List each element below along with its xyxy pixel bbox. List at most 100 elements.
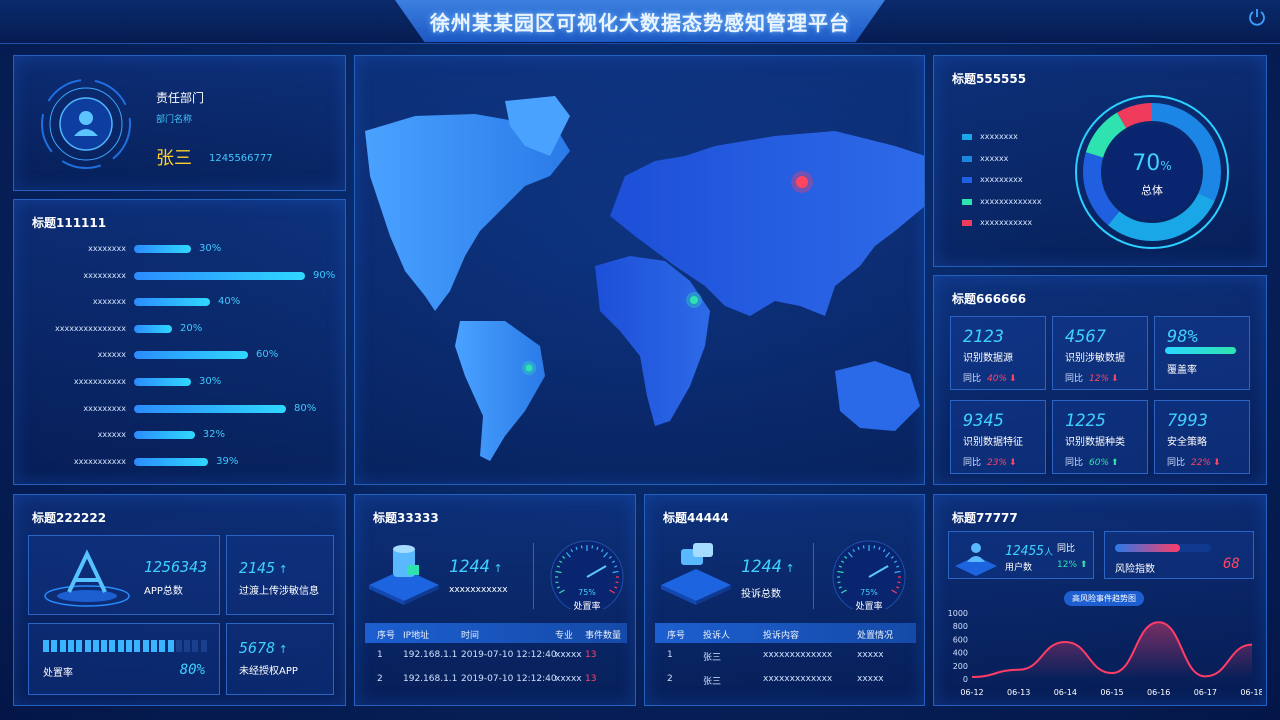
- panel-stats-title: 标题666666: [952, 292, 1027, 306]
- bar-fill: [134, 431, 195, 440]
- gauge-tick: [897, 581, 901, 584]
- table-row[interactable]: 2 192.168.1.1 2019-07-10 12:12:40 xxxxx 13: [365, 669, 627, 691]
- table-header-cell: 处置情况: [857, 631, 894, 641]
- panel-bars-title: 标题111111: [32, 216, 107, 230]
- x-tick-label: 06-13: [1007, 688, 1030, 697]
- legend-swatch: [962, 220, 972, 226]
- table-header-cell: IP地址: [403, 631, 430, 641]
- stat-card: 98% 覆盖率: [1154, 316, 1250, 390]
- unauth-card: 5678 ↑ 未经授权APP: [226, 623, 334, 695]
- bar-row: xxxxxxxxx 80%: [14, 402, 344, 416]
- panel-app: 标题222222 1256343 APP总数 2145 ↑ 过渡上传涉敏信息 处…: [13, 494, 346, 706]
- up-arrow-icon: ↑: [489, 562, 503, 575]
- stat-value: 4567: [1065, 327, 1106, 347]
- bar-value: 32%: [202, 429, 226, 441]
- table-cell: 2: [377, 674, 383, 684]
- gauge-ip-label: 处置率: [573, 602, 601, 612]
- legend-label: xxxxxxxx: [980, 132, 1018, 141]
- app-total-label: APP总数: [144, 586, 183, 597]
- y-tick-label: 1000: [948, 609, 968, 618]
- chart-title: 高风险事件趋势图: [1072, 594, 1136, 603]
- down-arrow-icon: ⬇: [1111, 374, 1119, 384]
- rate-segment: [134, 640, 141, 652]
- coverage-bar-track: [1165, 347, 1237, 354]
- table-cell: xxxxx: [555, 674, 582, 684]
- ip-num-row: 1244 ↑: [449, 557, 503, 577]
- south-america-shape: [455, 321, 545, 461]
- table-row[interactable]: 1 张三 xxxxxxxxxxxxx xxxxx: [655, 645, 916, 667]
- rate-segment: [126, 640, 132, 652]
- stat-label: 识别数据种类: [1065, 437, 1125, 448]
- stat-compare: 同比 22% ⬇: [1167, 455, 1221, 468]
- down-arrow-icon: ⬇: [1009, 374, 1017, 384]
- table-cell: xxxxx: [555, 650, 582, 660]
- user-avatar-icon: [41, 79, 131, 169]
- stat-value: 98%: [1167, 327, 1198, 347]
- bar-fill: [134, 351, 248, 360]
- bar-value: 39%: [216, 455, 239, 467]
- up-arrow-icon: ↑: [781, 562, 795, 575]
- bar-value: 60%: [256, 349, 279, 361]
- app-total-value: 1256343: [144, 558, 208, 576]
- table-header-cell: 专业: [555, 631, 574, 641]
- legend-label: xxxxxx: [980, 153, 1009, 163]
- x-tick-label: 06-18: [1240, 688, 1262, 697]
- rate-segment: [43, 640, 49, 652]
- transfer-card: 2145 ↑ 过渡上传涉敏信息: [226, 535, 334, 615]
- panel-complaints: 标题44444 1244 ↑ 投诉总数 75% 处置率 序号 投诉人 投诉内容 处置情…: [644, 494, 925, 706]
- legend-swatch: [962, 155, 972, 162]
- table-cell: xxxxxxxxxxxxx: [763, 674, 833, 684]
- bar-label: xxxxxx: [97, 350, 126, 360]
- panel-app-title: 标题222222: [32, 511, 107, 525]
- panel-ip: 标题33333 1244 ↑ xxxxxxxxxxx 75% 处置率 序号 IP地…: [354, 494, 636, 706]
- rate-segment: [159, 640, 166, 652]
- users-value-row: 12455人: [1005, 540, 1053, 559]
- risk-value: 68: [1223, 556, 1240, 572]
- stat-card: 7993 安全策略 同比 22% ⬇: [1154, 400, 1250, 474]
- trend-chart: 1000 800 600 400 200 0 06-12 06-13 06-14 06-15 06-…: [948, 609, 1262, 697]
- bar-label: xxxxxxxxxxx: [73, 377, 126, 386]
- table-row[interactable]: 2 张三 xxxxxxxxxxxxx xxxxx: [655, 669, 916, 691]
- world-map-panel: [354, 55, 925, 485]
- dept-label: 责任部门: [156, 91, 205, 105]
- dept-name: 部门名称: [156, 115, 193, 125]
- table-cell: 1: [377, 650, 383, 660]
- x-tick-label: 06-15: [1100, 688, 1123, 697]
- unauth-value-row: 5678 ↑: [239, 638, 288, 657]
- x-tick-label: 06-14: [1054, 688, 1077, 697]
- panel-donut-title: 标题555555: [952, 72, 1027, 86]
- table-cell: 张三: [703, 677, 722, 687]
- gauge-tick: [837, 581, 841, 584]
- complaints-num: 1244: [741, 557, 782, 577]
- transfer-value: 2145: [239, 559, 276, 577]
- legend-swatch: [962, 198, 972, 205]
- table-header: 序号 IP地址 时间 专业 事件数量: [365, 623, 627, 643]
- stat-compare: 同比 40% ⬇: [963, 371, 1017, 384]
- bar-fill: [134, 245, 191, 253]
- bar-row: xxxxxxxxxxxxxxx 20%: [14, 322, 344, 336]
- unauth-label: 未经授权APP: [239, 666, 298, 677]
- users-cmp: 12%: [1057, 560, 1078, 570]
- users-value: 12455: [1005, 544, 1045, 559]
- donut-value-wrap: 70%: [1104, 151, 1200, 176]
- stat-label: 安全策略: [1167, 437, 1207, 448]
- bar-fill: [134, 298, 210, 307]
- stat-compare-prefix: 同比: [963, 458, 982, 468]
- stat-card: 9345 识别数据特征 同比 23% ⬇: [950, 400, 1046, 474]
- stat-compare-value: 12%: [1089, 374, 1110, 384]
- up-arrow-icon: ⬆: [1111, 458, 1119, 468]
- bar-value: 90%: [313, 269, 336, 281]
- x-tick-label: 06-12: [960, 688, 983, 697]
- rate-progress-bar: [43, 640, 209, 652]
- table-row[interactable]: 1 192.168.1.1 2019-07-10 12:12:40 xxxxx 13: [365, 645, 627, 667]
- risk-label: 风险指数: [1115, 564, 1155, 575]
- panel-stats: 标题666666 2123 识别数据源 同比 40% ⬇ 4567 识别涉敏数据 同比 12% ⬇…: [933, 275, 1267, 485]
- rate-segment: [92, 640, 99, 652]
- bar-row: xxxxxx 32%: [14, 428, 344, 442]
- power-icon[interactable]: [1246, 6, 1268, 28]
- stat-label: 识别涉敏数据: [1065, 353, 1125, 364]
- bar-row: xxxxxxxx 30%: [14, 242, 344, 256]
- panel-risk-title: 标题77777: [952, 511, 1018, 525]
- bar-value: 30%: [199, 243, 222, 254]
- stat-compare: 同比 60% ⬆: [1065, 455, 1119, 468]
